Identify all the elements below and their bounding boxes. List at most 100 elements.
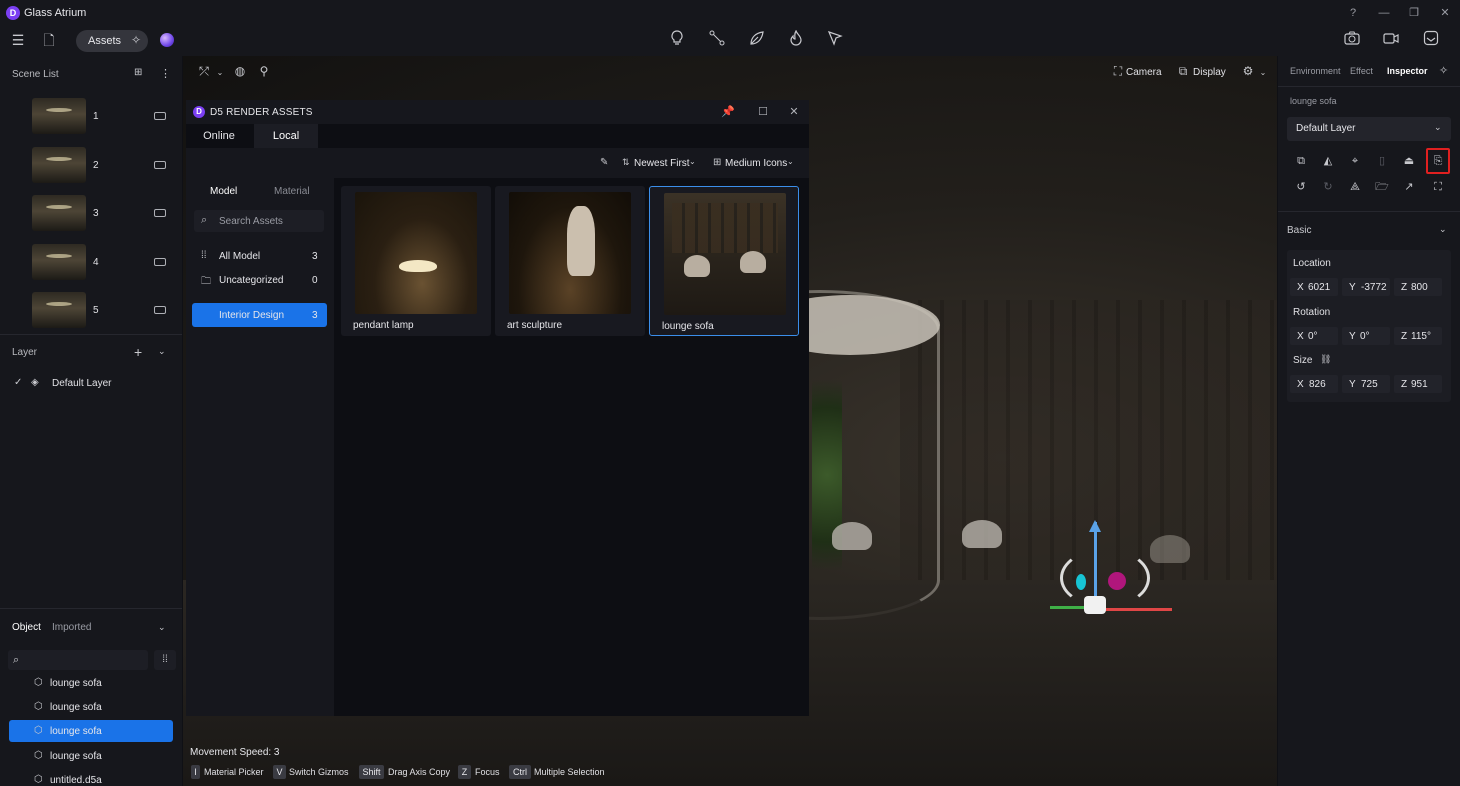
dialog-title: D5 RENDER ASSETS xyxy=(210,107,313,118)
gizmo-z-axis[interactable] xyxy=(1094,522,1097,598)
gizmo-rotate-handle[interactable] xyxy=(1108,572,1126,590)
gizmo-z-arrow[interactable] xyxy=(1089,520,1101,532)
maximize-icon[interactable]: ☐ xyxy=(755,104,771,120)
view-dropdown[interactable]: Medium Icons xyxy=(725,158,787,169)
tag-icon[interactable] xyxy=(825,30,845,50)
share-icon[interactable]: ↗ xyxy=(1400,178,1418,196)
chevron-down-icon[interactable]: ⌄ xyxy=(689,157,696,166)
sparkle-icon[interactable]: ✧ xyxy=(1439,64,1448,77)
gizmo-rotate-handle[interactable] xyxy=(1076,574,1086,590)
gizmo-center[interactable] xyxy=(1084,596,1106,614)
close-icon[interactable]: ✕ xyxy=(786,104,802,120)
scene-thumbnail[interactable] xyxy=(32,244,86,280)
scene-thumbnail[interactable] xyxy=(32,98,86,134)
align-icon[interactable]: ▯ xyxy=(1373,152,1391,170)
group-icon[interactable]: ⟁ xyxy=(1346,178,1364,196)
category-label: Uncategorized xyxy=(219,275,284,286)
refresh-icon[interactable]: ↻ xyxy=(1319,178,1337,196)
view-settings-icon[interactable]: ⚙ xyxy=(1240,64,1256,80)
menu-icon[interactable]: ☰ xyxy=(8,30,28,50)
chevron-down-icon[interactable]: ⌄ xyxy=(1434,122,1442,133)
transform-mode-icon[interactable]: ⤱ xyxy=(196,64,212,80)
mirror-icon[interactable]: ◭ xyxy=(1319,152,1337,170)
gizmo-x-axis[interactable] xyxy=(1096,608,1172,611)
subtab-material[interactable]: Material xyxy=(274,186,310,197)
tab-object[interactable]: Object xyxy=(12,622,41,633)
chevron-down-icon[interactable]: ⌄ xyxy=(1255,68,1271,84)
display-button[interactable]: Display xyxy=(1193,67,1226,78)
scene-camera-icon[interactable] xyxy=(154,161,166,169)
scene-thumbnail[interactable] xyxy=(32,292,86,328)
inbox-icon[interactable] xyxy=(1421,30,1441,50)
subtab-model[interactable]: Model xyxy=(210,186,237,197)
sparkle-icon[interactable]: ✧ xyxy=(128,33,144,49)
tab-environment[interactable]: Environment xyxy=(1290,66,1341,76)
asset-card-selected[interactable]: lounge sofa xyxy=(649,186,799,336)
camera-button[interactable]: Camera xyxy=(1126,67,1162,78)
asset-card[interactable]: pendant lamp xyxy=(341,186,491,336)
camera-mode-icon[interactable]: ⛶ xyxy=(1110,64,1126,80)
shortcut-key: I xyxy=(191,765,200,779)
sort-icon: ⇅ xyxy=(622,157,630,167)
fire-icon[interactable] xyxy=(786,29,806,50)
thumbnail-chair xyxy=(684,255,710,277)
object-search-input[interactable] xyxy=(8,650,148,670)
leaf-icon[interactable] xyxy=(747,30,767,50)
drop-to-ground-icon[interactable]: ⏏ xyxy=(1400,152,1418,170)
ai-orb-icon[interactable] xyxy=(160,33,174,47)
asset-card[interactable]: art sculpture xyxy=(495,186,645,336)
scene-camera-icon[interactable] xyxy=(154,112,166,120)
minimize-button[interactable]: — xyxy=(1373,4,1395,22)
path-icon[interactable] xyxy=(707,30,727,50)
tab-online[interactable]: Online xyxy=(186,124,252,148)
display-icon[interactable]: ⧉ xyxy=(1175,64,1191,80)
check-icon[interactable]: ✓ xyxy=(14,377,22,388)
sort-dropdown[interactable]: Newest First xyxy=(634,158,690,169)
chevron-down-icon[interactable]: ⌄ xyxy=(212,68,228,84)
chevron-down-icon[interactable]: ⌄ xyxy=(1439,224,1447,235)
viewport-chair xyxy=(962,520,1002,548)
tab-imported[interactable]: Imported xyxy=(52,622,91,633)
scene-thumbnail[interactable] xyxy=(32,147,86,183)
globe-icon[interactable]: ◍ xyxy=(232,64,248,80)
file-icon[interactable]: 🗋 xyxy=(39,30,59,50)
main-toolbar xyxy=(0,26,1460,56)
folder-open-icon[interactable]: 🗁 xyxy=(1373,178,1391,196)
axis-label-x: X xyxy=(1297,379,1304,390)
link-icon[interactable]: ⛓ xyxy=(1320,354,1331,365)
grid-view-icon[interactable]: ⁞⁞ xyxy=(154,650,176,670)
scene-camera-icon[interactable] xyxy=(154,258,166,266)
close-button[interactable]: ✕ xyxy=(1434,4,1456,22)
restore-button[interactable]: ❐ xyxy=(1403,4,1425,22)
shortcut-desc: Focus xyxy=(475,767,500,777)
focus-icon[interactable]: ⌖ xyxy=(1346,152,1364,170)
scene-camera-icon[interactable] xyxy=(154,209,166,217)
asset-thumbnail xyxy=(664,193,786,315)
cube-icon: ⬡ xyxy=(34,677,43,688)
reset-icon[interactable]: ↺ xyxy=(1292,178,1310,196)
tab-local[interactable]: Local xyxy=(254,124,318,148)
axis-label-x: X xyxy=(1297,282,1304,293)
basic-section-title[interactable]: Basic xyxy=(1287,225,1311,236)
more-options-icon[interactable]: ⋮ xyxy=(160,67,171,80)
video-icon[interactable] xyxy=(1381,30,1401,50)
collapse-icon[interactable]: ⌄ xyxy=(158,346,170,358)
pin-icon[interactable]: 📌 xyxy=(720,104,736,120)
edit-icon[interactable]: ✎ xyxy=(600,157,608,168)
tab-effect[interactable]: Effect xyxy=(1350,66,1373,76)
layer-name[interactable]: Default Layer xyxy=(52,378,111,389)
light-bulb-icon[interactable] xyxy=(667,30,687,50)
scene-camera-icon[interactable] xyxy=(154,306,166,314)
add-scene-icon[interactable]: ⊞ xyxy=(134,67,146,79)
scene-thumbnail[interactable] xyxy=(32,195,86,231)
camera-icon[interactable] xyxy=(1342,30,1362,50)
snap-icon[interactable]: ⚲ xyxy=(256,64,272,80)
viewport-chair xyxy=(832,522,872,550)
chevron-down-icon[interactable]: ⌄ xyxy=(787,157,794,166)
collapse-icon[interactable]: ⌄ xyxy=(158,622,170,634)
help-icon[interactable]: ? xyxy=(1342,4,1364,22)
tab-inspector[interactable]: Inspector xyxy=(1387,66,1428,76)
add-layer-icon[interactable]: + xyxy=(134,344,146,360)
duplicate-icon[interactable]: ⧉ xyxy=(1292,152,1310,170)
scan-icon[interactable]: ⛶ xyxy=(1429,178,1447,196)
